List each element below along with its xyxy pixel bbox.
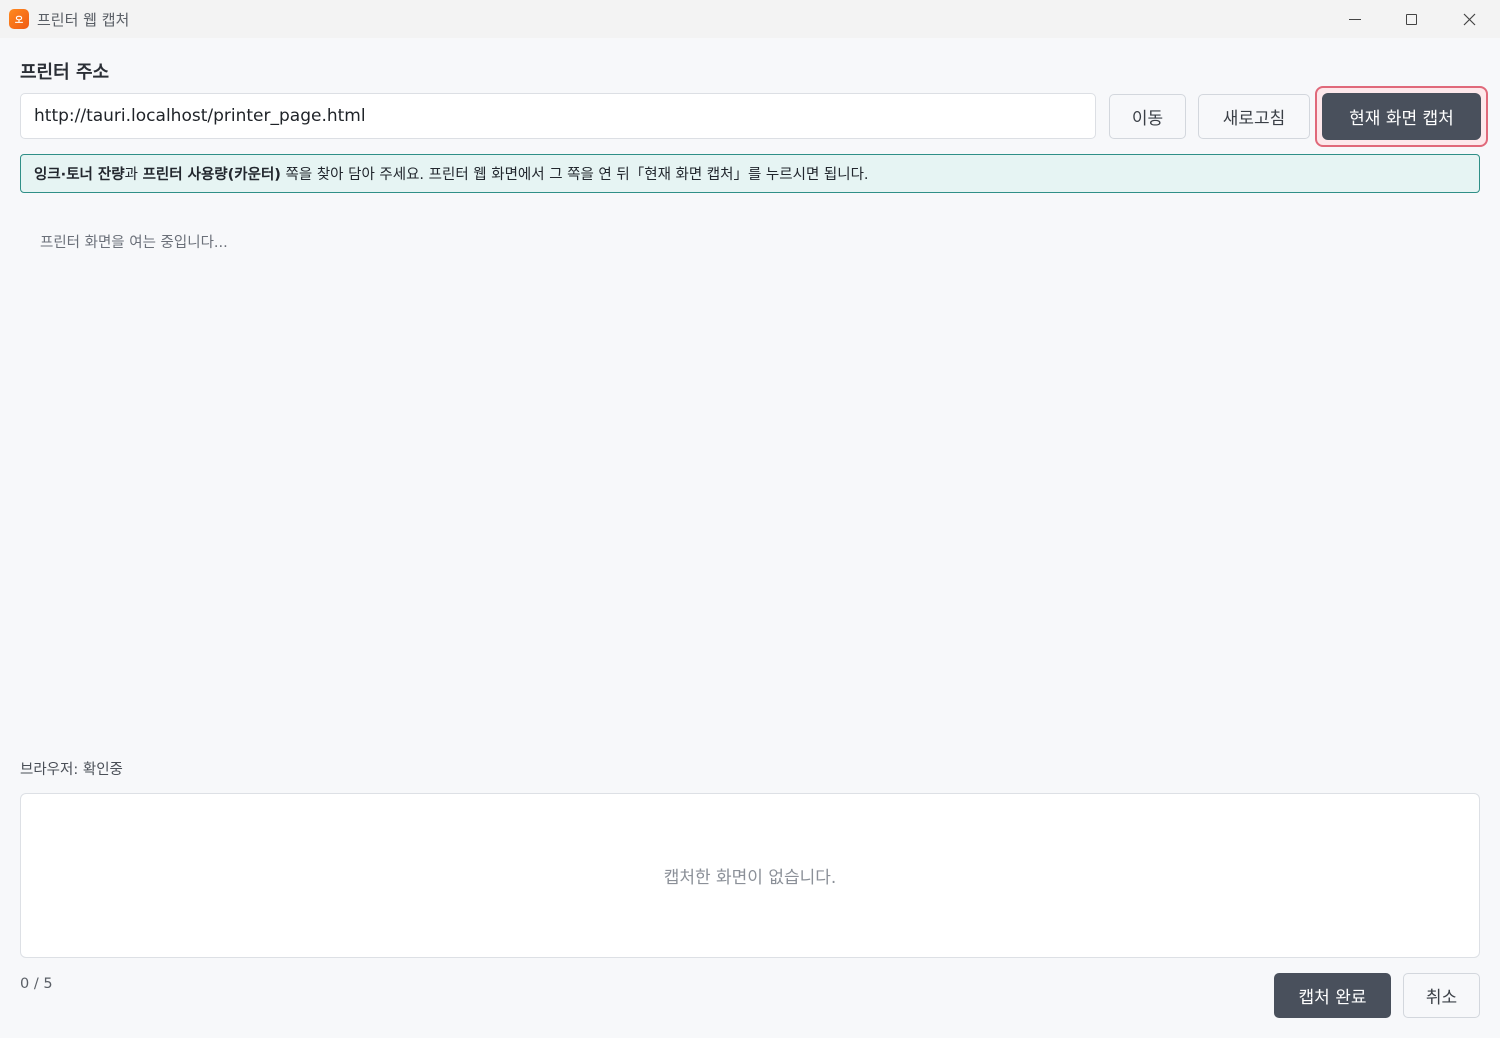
close-icon [1463, 13, 1475, 25]
capture-counter: 0 / 5 [20, 976, 53, 992]
close-button[interactable] [1440, 0, 1498, 38]
window-title: 프린터 웹 캡처 [37, 11, 130, 29]
banner-text-2: 쪽을 찾아 담아 주세요. 프린터 웹 화면에서 그 쪽을 연 뒤「현재 화면 … [280, 167, 869, 183]
go-button[interactable]: 이동 [1109, 94, 1186, 139]
app-logo-icon: 오 [9, 9, 29, 29]
info-banner: 잉크·토너 잔량 과 프린터 사용량(카운터) 쪽을 찾아 담아 주세요. 프린… [20, 154, 1480, 193]
captured-screens-panel: 캡처한 화면이 없습니다. [20, 793, 1480, 958]
maximize-button[interactable] [1382, 0, 1440, 38]
loading-message: 프린터 화면을 여는 중입니다... [40, 235, 228, 251]
empty-captures-message: 캡처한 화면이 없습니다. [663, 868, 837, 888]
minimize-button[interactable] [1326, 0, 1384, 38]
banner-text-1: 과 [124, 167, 143, 183]
url-input[interactable] [20, 93, 1096, 139]
address-label: 프린터 주소 [20, 62, 110, 83]
minimize-icon [1349, 18, 1361, 20]
banner-bold-ink: 잉크·토너 잔량 [34, 167, 125, 183]
maximize-icon [1405, 13, 1417, 25]
title-bar[interactable]: 오 프린터 웹 캡처 [0, 0, 1500, 38]
reload-button[interactable]: 새로고침 [1198, 94, 1310, 139]
banner-bold-counter: 프린터 사용량(카운터) [142, 167, 281, 183]
browser-status: 브라우저: 확인중 [20, 762, 123, 778]
cancel-button[interactable]: 취소 [1403, 973, 1480, 1018]
capture-done-button[interactable]: 캡처 완료 [1274, 973, 1391, 1018]
capture-screen-button[interactable]: 현재 화면 캡처 [1322, 93, 1481, 140]
app-window: 오 프린터 웹 캡처 프린터 주소 이동 새로고침 현재 화면 캡처 잉크·토너… [0, 0, 1500, 1038]
